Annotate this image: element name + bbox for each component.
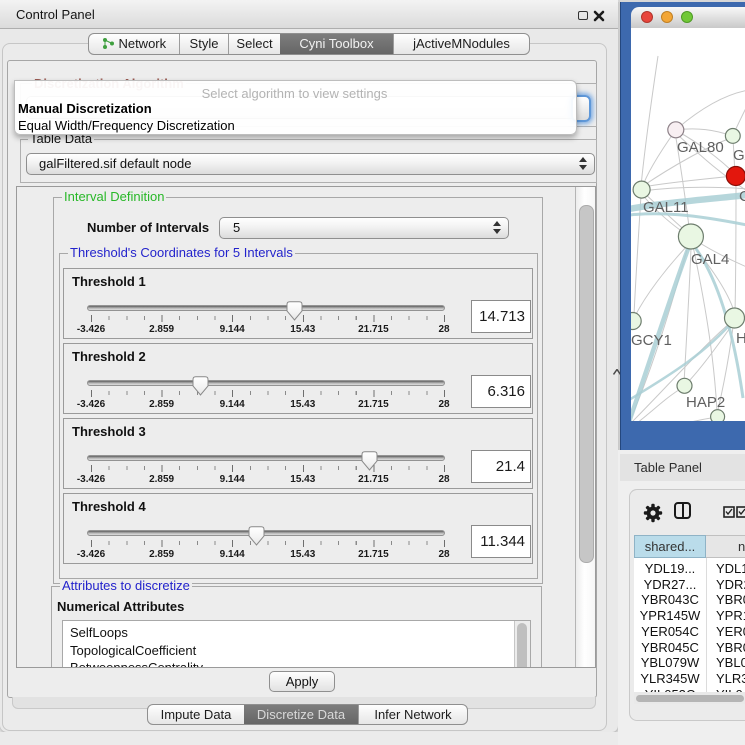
svg-text:GAL11: GAL11 (643, 199, 689, 216)
svg-text:HAP2: HAP2 (686, 394, 725, 411)
svg-text:GA: GA (733, 147, 745, 164)
svg-text:H: H (736, 330, 745, 347)
svg-text:C: C (739, 188, 745, 205)
svg-text:GCY1: GCY1 (631, 332, 672, 349)
svg-text:GAL4: GAL4 (691, 251, 729, 268)
svg-text:GAL80: GAL80 (677, 139, 724, 156)
